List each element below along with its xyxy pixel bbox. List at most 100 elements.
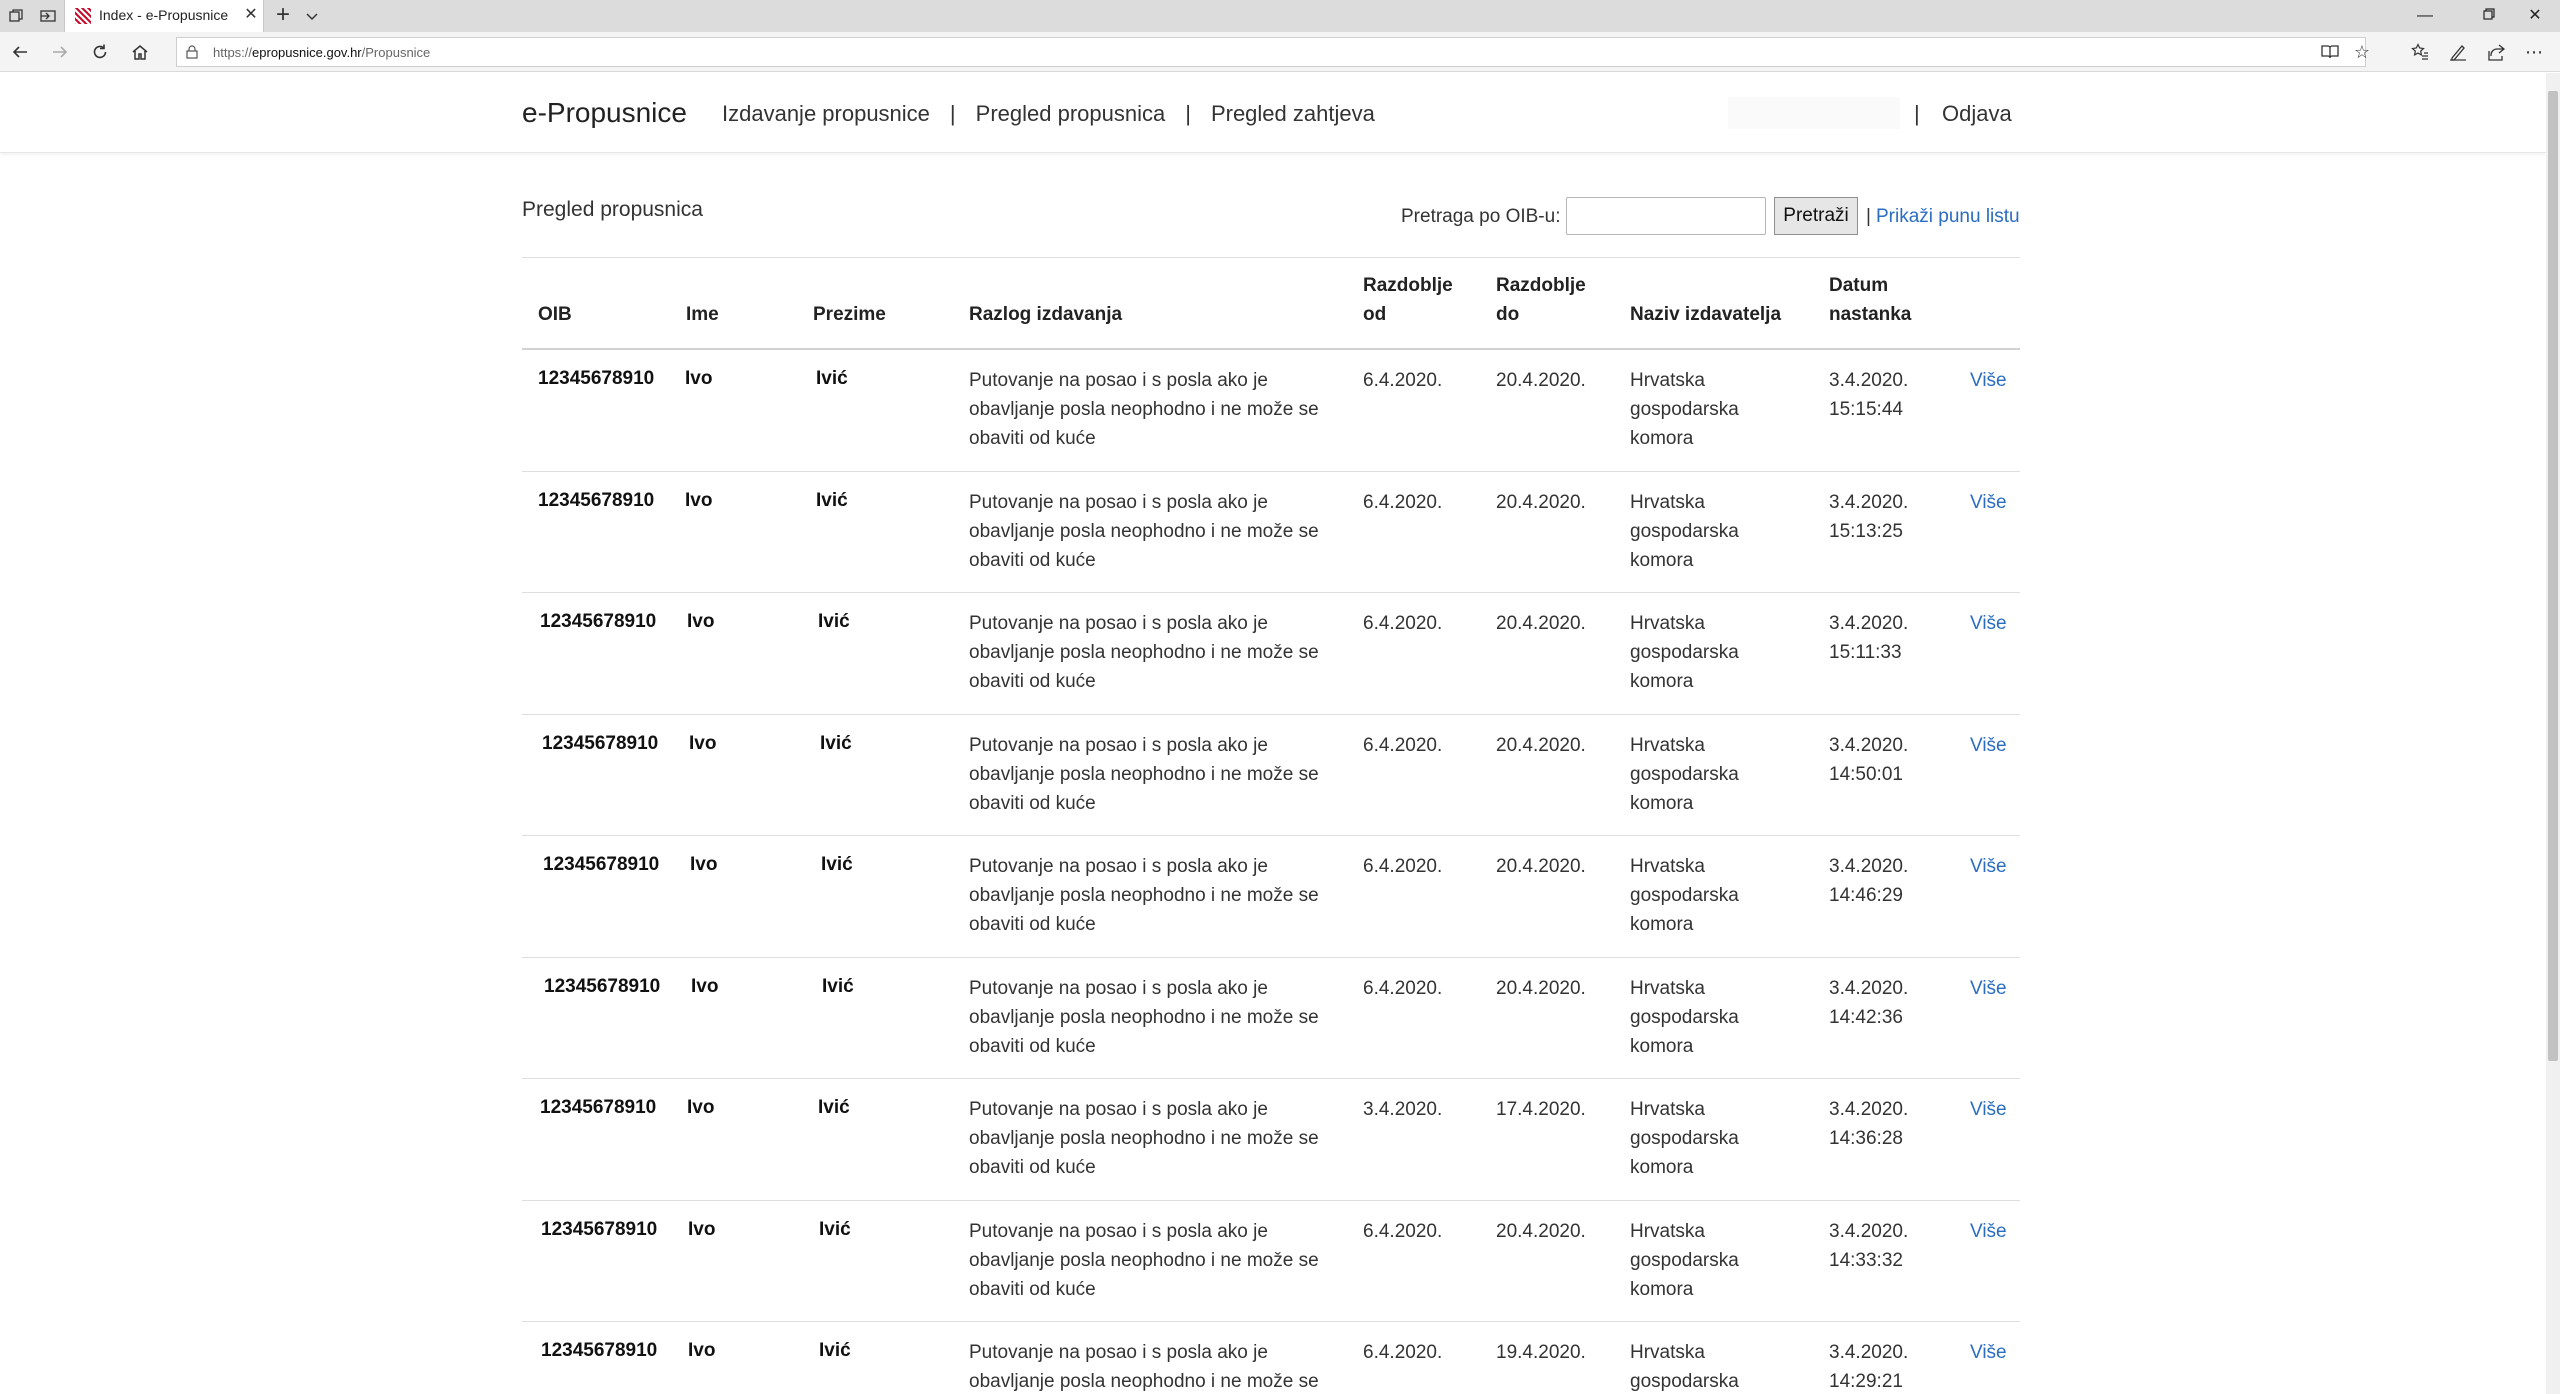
cell-izdavatelj-line: komora — [1630, 549, 1694, 571]
lock-icon[interactable] — [185, 45, 199, 59]
restore-icon[interactable] — [2466, 4, 2512, 28]
back-icon[interactable] — [8, 40, 32, 64]
cell-ime: Ivo — [689, 732, 717, 754]
refresh-icon[interactable] — [88, 40, 112, 64]
more-link[interactable]: Više — [1970, 366, 2007, 395]
favorites-hub-icon[interactable] — [2408, 40, 2432, 64]
cell-razdoblje-od: 6.4.2020. — [1363, 856, 1443, 877]
cell-izdavatelj: Hrvatskagospodarskakomora — [1630, 1217, 1739, 1304]
cell-izdavatelj-line: Hrvatska — [1630, 734, 1705, 756]
cell-razlog-line: obavljanje posla neophodno i ne može se — [969, 1249, 1319, 1271]
cell-razdoblje-do: 20.4.2020. — [1496, 370, 1586, 391]
cell-razlog: Putovanje na posao i s posla ako je obavl… — [969, 731, 1319, 818]
cell-razlog-line: Putovanje na posao i s posla ako je — [969, 734, 1268, 756]
cell-ime: Ivo — [685, 489, 713, 511]
vertical-scrollbar[interactable] — [2546, 73, 2560, 1394]
favorite-star-icon[interactable]: ☆ — [2350, 40, 2374, 64]
cell-datum: 3.4.2020. — [1829, 491, 1909, 513]
cell-razlog: Putovanje na posao i s posla ako je obavl… — [969, 1217, 1319, 1304]
more-link[interactable]: Više — [1970, 1338, 2007, 1367]
cell-izdavatelj-line: gospodarska — [1630, 1128, 1739, 1149]
more-link[interactable]: Više — [1970, 1217, 2007, 1246]
home-icon[interactable] — [128, 40, 152, 64]
cell-razdoblje-od: 6.4.2020. — [1363, 734, 1443, 756]
cell-razlog-line: obaviti od kuće — [969, 671, 1096, 692]
header-datum-nastanka: Datum nastanka — [1829, 271, 1911, 329]
cell-razlog: Putovanje na posao i s posla ako je obavl… — [969, 852, 1319, 939]
cell-vrijeme: 14:29:21 — [1829, 1371, 1903, 1392]
tab-actions-icon[interactable] — [6, 6, 26, 26]
cell-oib: 12345678910 — [544, 975, 661, 997]
oib-search-input[interactable] — [1566, 197, 1766, 235]
cell-izdavatelj-line: gospodarska — [1630, 885, 1739, 906]
more-link[interactable]: Više — [1970, 731, 2007, 760]
page-title: Pregled propusnica — [522, 198, 703, 221]
set-tabs-aside-icon[interactable] — [38, 6, 58, 26]
cell-prezime: Ivić — [818, 1097, 850, 1118]
cell-razlog-line: obavljanje posla neophodno i ne može se — [969, 399, 1319, 420]
cell-razlog-line: obavljanje posla neophodno i ne može se — [969, 885, 1319, 906]
cell-datum: 3.4.2020. — [1829, 977, 1909, 999]
cell-razlog-line: Putovanje na posao i s posla ako je — [969, 370, 1268, 391]
share-icon[interactable] — [2484, 40, 2508, 64]
cell-datum: 3.4.2020. — [1829, 370, 1909, 391]
site-brand-link[interactable]: e-Propusnice — [522, 97, 687, 129]
show-full-list-link[interactable]: Prikaži punu listu — [1876, 206, 2020, 228]
logout-link[interactable]: Odjava — [1942, 101, 2012, 127]
cell-datum: 3.4.2020. — [1829, 1342, 1909, 1363]
nav-izdavanje-propusnice[interactable]: Izdavanje propusnice — [722, 101, 930, 127]
cell-izdavatelj: Hrvatskagospodarskakomora — [1630, 731, 1739, 818]
nav-pregled-zahtjeva[interactable]: Pregled zahtjeva — [1211, 101, 1375, 127]
close-window-icon[interactable]: ✕ — [2512, 4, 2558, 28]
cell-razdoblje-od: 6.4.2020. — [1363, 370, 1443, 391]
cell-vrijeme: 15:13:25 — [1829, 520, 1903, 542]
cell-izdavatelj: Hrvatskagospodarskakomora — [1630, 488, 1739, 575]
cell-razdoblje-do: 20.4.2020. — [1496, 734, 1586, 756]
cell-datum-nastanka: 3.4.2020. 14:29:21 — [1829, 1338, 1908, 1394]
scrollbar-thumb[interactable] — [2548, 91, 2558, 1061]
cell-izdavatelj-line: gospodarska — [1630, 1371, 1739, 1392]
cell-razlog-line: Putovanje na posao i s posla ako je — [969, 856, 1268, 877]
cell-razlog-line: obavljanje posla neophodno i ne može se — [969, 1128, 1319, 1149]
cell-razlog: Putovanje na posao i s posla ako je obavl… — [969, 1338, 1319, 1394]
cell-razlog-line: obaviti od kuće — [969, 792, 1096, 814]
nav-separator: | — [1185, 101, 1191, 126]
more-menu-icon[interactable]: ⋯ — [2522, 40, 2546, 64]
tab-list-chevron-icon[interactable] — [302, 6, 326, 26]
cell-oib: 12345678910 — [540, 1097, 657, 1118]
cell-oib: 12345678910 — [538, 489, 655, 511]
more-link[interactable]: Više — [1970, 488, 2007, 517]
cell-vrijeme: 14:50:01 — [1829, 763, 1903, 785]
cell-prezime: Ivić — [821, 854, 853, 875]
address-bar[interactable]: https://epropusnice.gov.hr/Propusnice — [176, 37, 2366, 67]
new-tab-icon[interactable]: + — [270, 3, 296, 29]
cell-razdoblje-od: 3.4.2020. — [1363, 1099, 1443, 1120]
more-link[interactable]: Više — [1970, 974, 2007, 1003]
cell-izdavatelj-line: Hrvatska — [1630, 1342, 1705, 1363]
cell-datum-nastanka: 3.4.2020. 15:15:44 — [1829, 366, 1908, 424]
cell-izdavatelj: Hrvatskagospodarskakomora — [1630, 1095, 1739, 1182]
more-link[interactable]: Više — [1970, 852, 2007, 881]
cell-izdavatelj: Hrvatskagospodarskakomora — [1630, 366, 1739, 453]
more-link[interactable]: Više — [1970, 609, 2007, 638]
cell-ime: Ivo — [688, 1218, 716, 1240]
cell-vrijeme: 14:42:36 — [1829, 1006, 1903, 1028]
cell-razdoblje-od: 6.4.2020. — [1363, 977, 1443, 999]
cell-vrijeme: 15:11:33 — [1829, 642, 1902, 663]
search-button[interactable]: Pretraži — [1774, 197, 1858, 235]
table-row: 12345678910 Ivo Ivić Putovanje na posao i s… — [522, 836, 2020, 958]
cell-vrijeme: 14:33:32 — [1829, 1249, 1903, 1271]
cell-ime: Ivo — [691, 975, 719, 997]
cell-izdavatelj-line: Hrvatska — [1630, 977, 1705, 999]
cell-izdavatelj: Hrvatskagospodarskakomora — [1630, 1338, 1739, 1394]
cell-razdoblje-od: 6.4.2020. — [1363, 1342, 1443, 1363]
close-tab-icon[interactable]: ✕ — [241, 5, 261, 25]
reading-view-icon[interactable] — [2318, 40, 2342, 64]
forward-icon[interactable] — [48, 40, 72, 64]
web-note-icon[interactable] — [2446, 40, 2470, 64]
minimize-icon[interactable]: — — [2402, 4, 2448, 28]
more-link[interactable]: Više — [1970, 1095, 2007, 1124]
nav-pregled-propusnica[interactable]: Pregled propusnica — [976, 101, 1166, 127]
browser-tab[interactable]: Index - e-Propusnice ✕ — [64, 0, 264, 32]
table-row: 12345678910 Ivo Ivić Putovanje na posao i s… — [522, 593, 2020, 715]
